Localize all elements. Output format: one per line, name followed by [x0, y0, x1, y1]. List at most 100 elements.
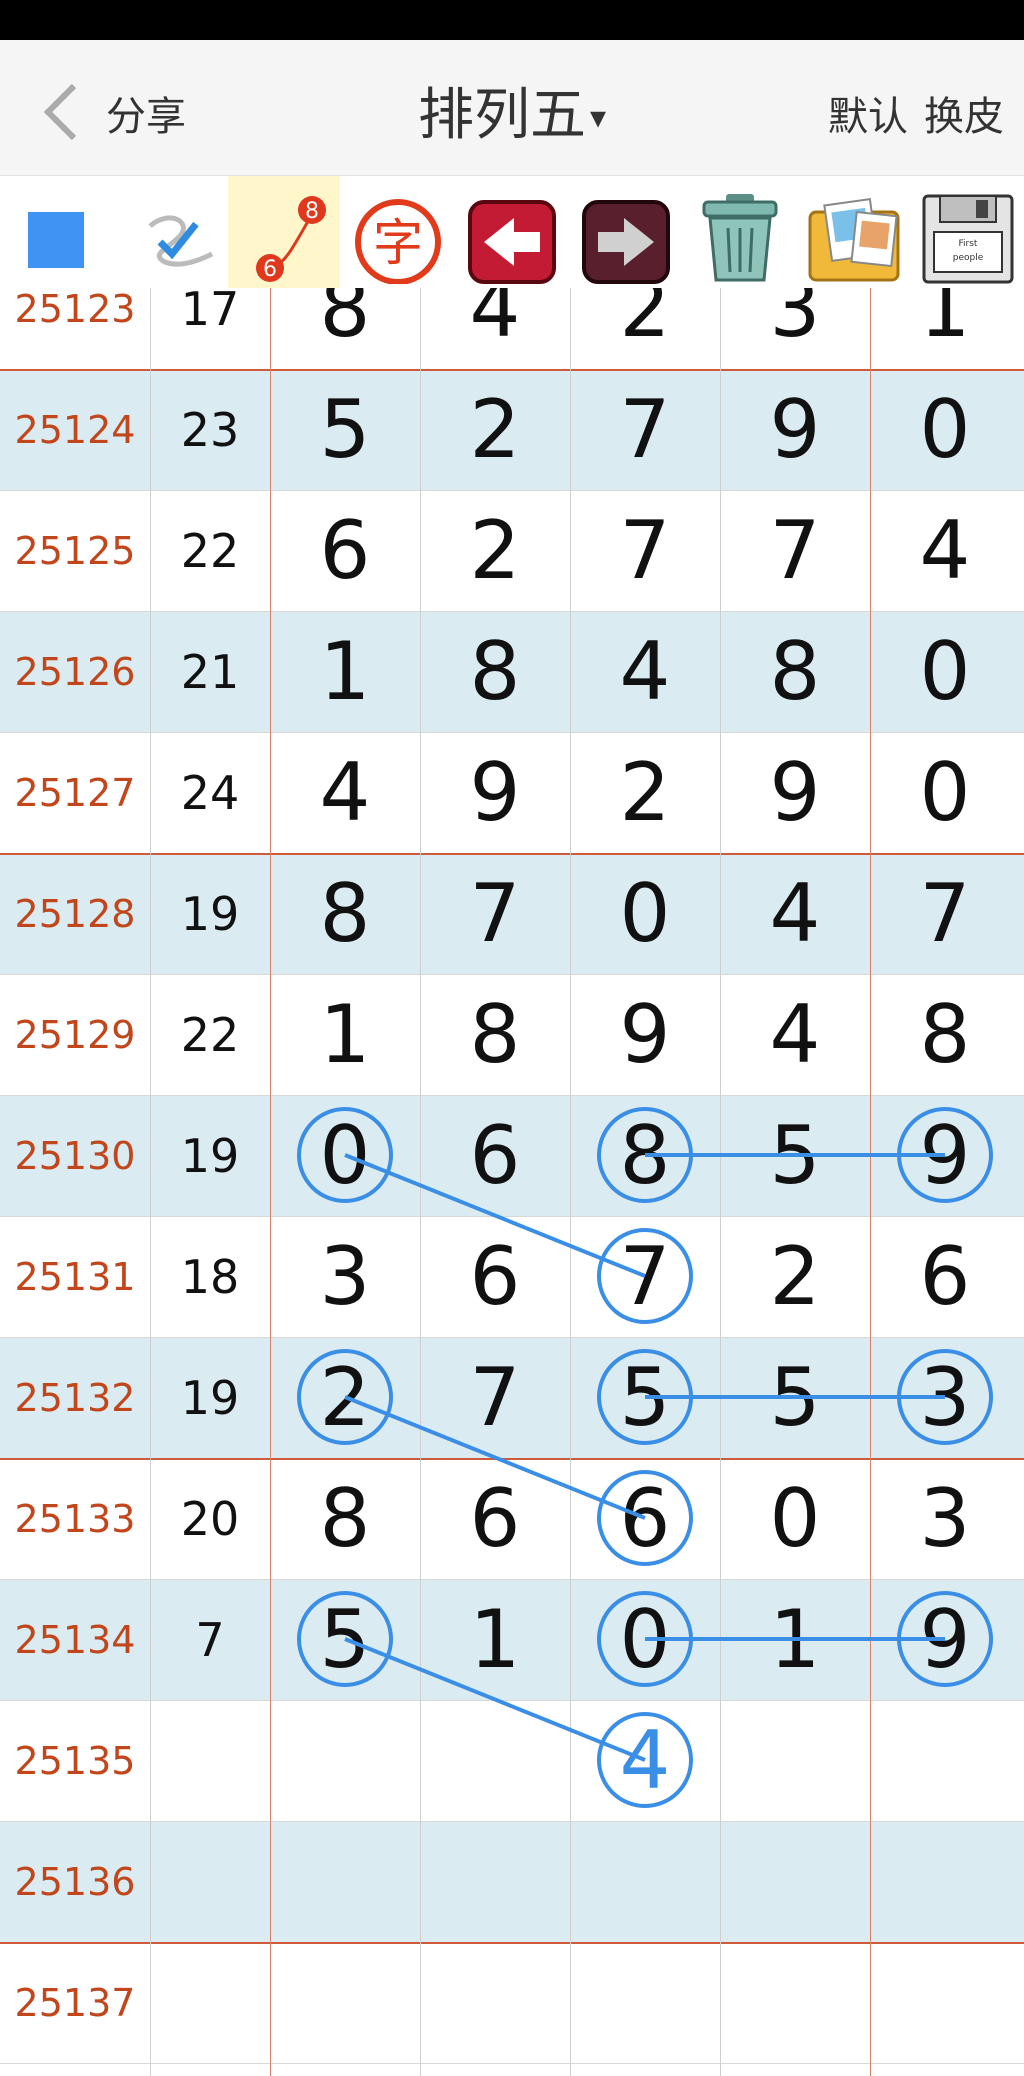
digit-cell[interactable] [720, 1821, 870, 1942]
pen-check-icon[interactable] [114, 176, 226, 288]
digit-sum: 20 [180, 1491, 240, 1546]
digit-cell[interactable] [420, 1821, 570, 1942]
digit-cell[interactable]: 1 [420, 1579, 570, 1700]
digit-cell[interactable]: 8 [420, 611, 570, 732]
digit-cell[interactable]: 2 [420, 490, 570, 611]
digit-cell[interactable]: 5 [720, 1095, 870, 1216]
digit-cell[interactable]: 0 [870, 369, 1020, 490]
digit-cell[interactable] [270, 1821, 420, 1942]
digit-cell[interactable]: 9 [870, 1579, 1020, 1700]
char-glyph: 字 [373, 214, 423, 272]
digit-cell[interactable]: 6 [570, 1458, 720, 1579]
digit-cell[interactable]: 7 [870, 853, 1020, 974]
digit-cell[interactable]: 8 [570, 1095, 720, 1216]
arrow-left-icon[interactable] [456, 176, 568, 288]
digit-cell[interactable]: 8 [270, 1458, 420, 1579]
digit-cell[interactable] [270, 1700, 420, 1821]
issue-number: 25134 [14, 1617, 136, 1662]
digit-cell[interactable]: 9 [720, 732, 870, 853]
digit-cell[interactable]: 4 [870, 490, 1020, 611]
digit-cell[interactable]: 4 [420, 288, 570, 369]
digit-cell[interactable]: 4 [570, 1700, 720, 1821]
digit-cell[interactable]: 9 [570, 974, 720, 1095]
photos-icon[interactable] [798, 176, 910, 288]
digit-cell[interactable] [720, 1700, 870, 1821]
issue-number: 25127 [14, 770, 136, 815]
digit-cell[interactable]: 1 [270, 611, 420, 732]
digit-sum: 21 [180, 644, 240, 699]
status-bar [0, 0, 1024, 40]
digit-cell[interactable]: 0 [570, 1579, 720, 1700]
digit-cell[interactable]: 6 [420, 1095, 570, 1216]
digit-cell[interactable]: 8 [270, 288, 420, 369]
digit-cell[interactable]: 0 [570, 853, 720, 974]
digit-cell[interactable] [420, 1700, 570, 1821]
line-connect-icon[interactable]: 8 6 [228, 176, 340, 288]
digit-cell[interactable]: 6 [870, 1216, 1020, 1337]
default-button[interactable]: 默认 [828, 94, 908, 140]
digit-cell[interactable]: 7 [420, 853, 570, 974]
digit-cell[interactable]: 1 [270, 974, 420, 1095]
badge-bottom: 6 [263, 257, 277, 282]
floppy-disk-icon[interactable]: First people [912, 176, 1024, 288]
digit-cell[interactable]: 3 [270, 1216, 420, 1337]
digit-cell[interactable]: 2 [420, 369, 570, 490]
digit-cell[interactable] [270, 1942, 420, 2063]
digit-cell[interactable]: 4 [570, 611, 720, 732]
floppy-label-line-2: people [953, 253, 984, 263]
digit-cell[interactable]: 2 [570, 732, 720, 853]
digit-cell[interactable]: 9 [420, 732, 570, 853]
digit-cell[interactable]: 5 [720, 1337, 870, 1458]
digit-cell[interactable]: 3 [870, 1458, 1020, 1579]
issue-number: 25130 [14, 1133, 136, 1178]
blue-square-icon[interactable] [0, 176, 112, 288]
digit-cell[interactable]: 3 [720, 288, 870, 369]
change-skin-button[interactable]: 换皮 [924, 94, 1004, 140]
digit-cell[interactable]: 2 [720, 1216, 870, 1337]
digit-cell[interactable]: 9 [720, 369, 870, 490]
digit-cell[interactable]: 0 [870, 611, 1020, 732]
digit-cell[interactable]: 8 [270, 853, 420, 974]
digit-cell[interactable]: 5 [270, 369, 420, 490]
column-divider [150, 288, 151, 2076]
digit-cell[interactable]: 8 [870, 974, 1020, 1095]
digit-cell[interactable]: 8 [720, 611, 870, 732]
digit-cell[interactable]: 7 [570, 490, 720, 611]
digit-cell[interactable]: 7 [420, 1337, 570, 1458]
digit-cell[interactable] [870, 1942, 1020, 2063]
digit-cell[interactable]: 6 [270, 490, 420, 611]
trash-icon[interactable] [684, 176, 796, 288]
digit-cell[interactable]: 1 [720, 1579, 870, 1700]
digit-cell[interactable]: 0 [270, 1095, 420, 1216]
issue-number: 25129 [14, 1012, 136, 1057]
digit-cell[interactable]: 6 [420, 1216, 570, 1337]
digit-cell[interactable]: 5 [570, 1337, 720, 1458]
digit-cell[interactable] [570, 1821, 720, 1942]
digit-cell[interactable]: 9 [870, 1095, 1020, 1216]
arrow-right-icon[interactable] [570, 176, 682, 288]
floppy-label-line-1: First [959, 239, 978, 249]
digit-cell[interactable]: 8 [420, 974, 570, 1095]
digit-cell[interactable] [570, 1942, 720, 2063]
digit-cell[interactable] [870, 1821, 1020, 1942]
digit-cell[interactable]: 1 [870, 288, 1020, 369]
digit-cell[interactable]: 2 [570, 288, 720, 369]
digit-cell[interactable] [870, 1700, 1020, 1821]
digit-cell[interactable]: 7 [570, 369, 720, 490]
digit-cell[interactable]: 4 [720, 974, 870, 1095]
digit-cell[interactable]: 4 [720, 853, 870, 974]
issue-number: 25132 [14, 1375, 136, 1420]
digit-sum: 18 [180, 1249, 240, 1304]
char-icon[interactable]: 字 [342, 176, 454, 288]
digit-cell[interactable]: 2 [270, 1337, 420, 1458]
digit-cell[interactable]: 6 [420, 1458, 570, 1579]
digit-cell[interactable]: 4 [270, 732, 420, 853]
digit-cell[interactable] [720, 1942, 870, 2063]
digit-cell[interactable]: 0 [720, 1458, 870, 1579]
digit-cell[interactable]: 5 [270, 1579, 420, 1700]
digit-cell[interactable]: 0 [870, 732, 1020, 853]
digit-cell[interactable]: 7 [720, 490, 870, 611]
digit-cell[interactable]: 3 [870, 1337, 1020, 1458]
digit-cell[interactable]: 7 [570, 1216, 720, 1337]
digit-cell[interactable] [420, 1942, 570, 2063]
